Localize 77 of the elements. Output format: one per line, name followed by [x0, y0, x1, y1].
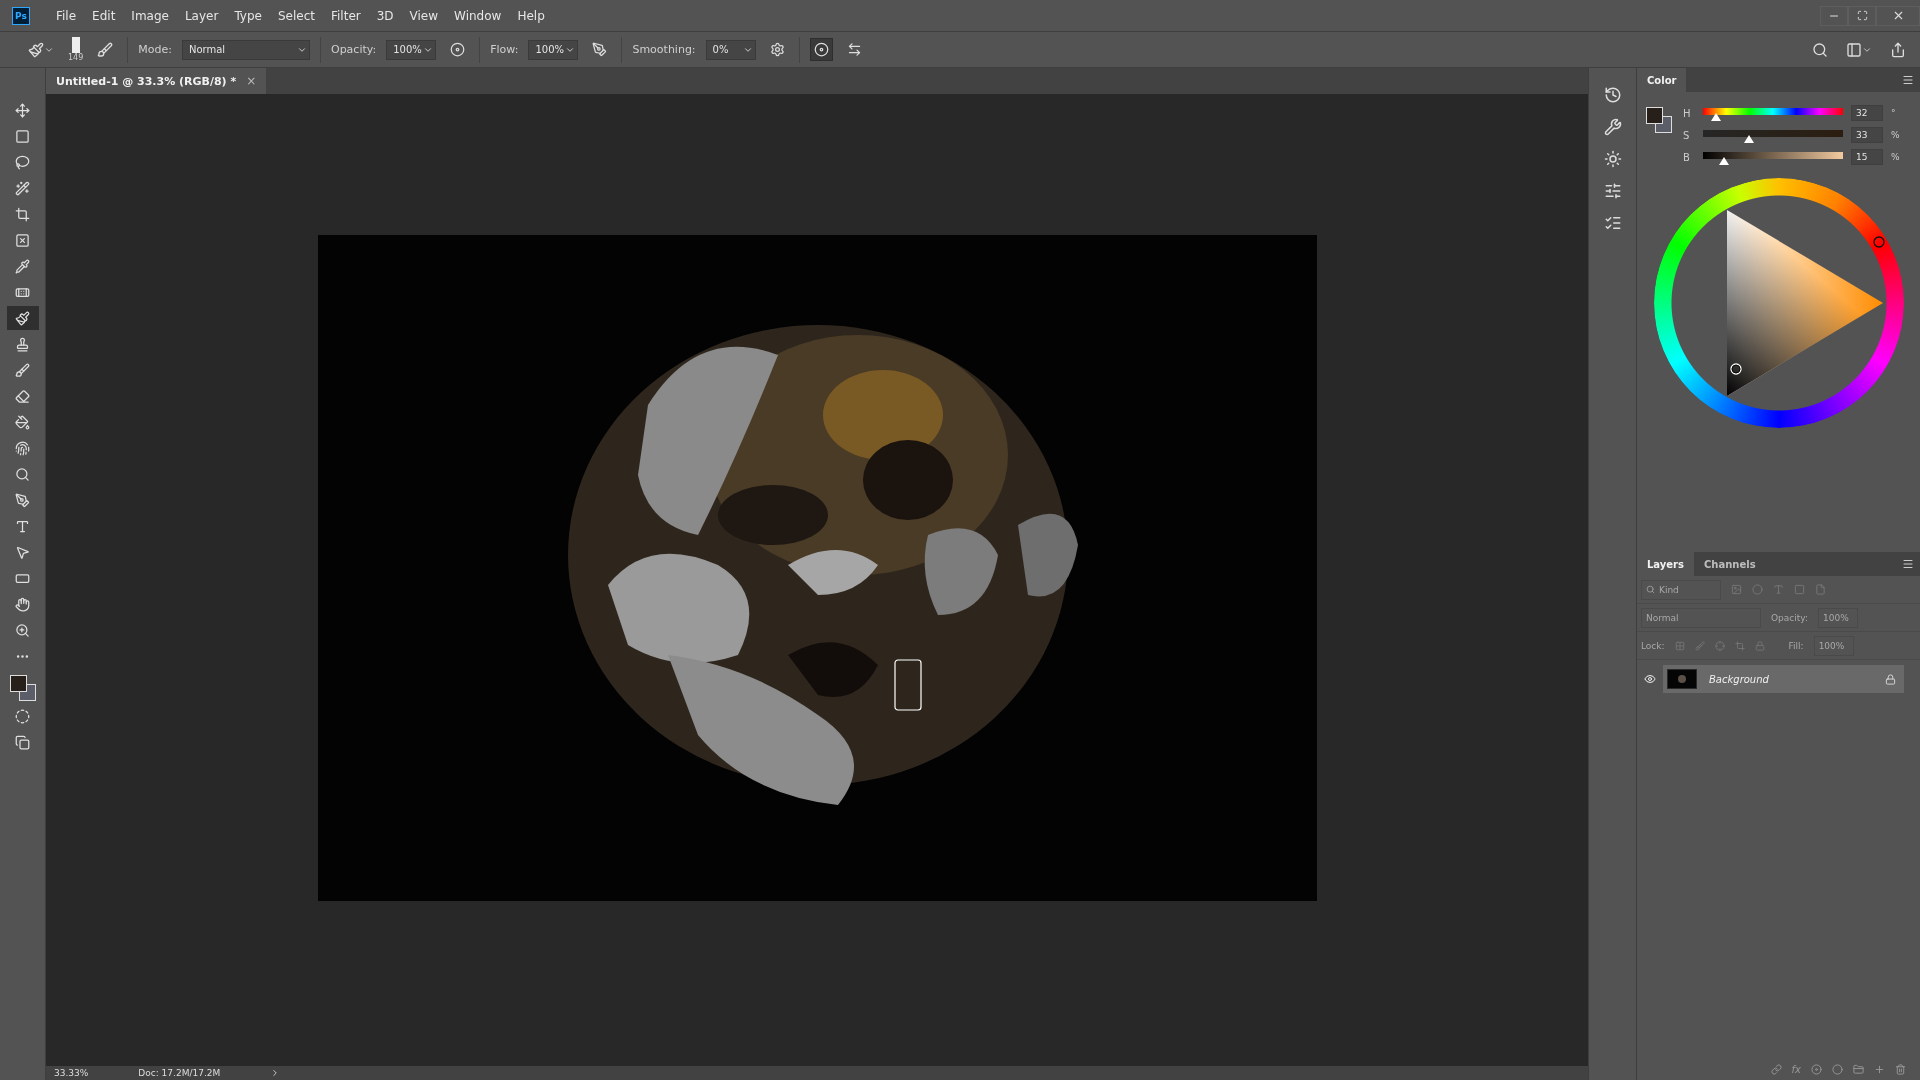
minimize-button[interactable]: [1820, 5, 1848, 26]
slider-thumb[interactable]: [1710, 112, 1721, 121]
menu-item[interactable]: Edit: [84, 8, 124, 23]
unit-label: %: [1891, 130, 1900, 140]
menu-item[interactable]: Type: [226, 8, 270, 23]
color-marker[interactable]: [1728, 362, 1743, 376]
flow-label: Flow:: [490, 43, 519, 56]
search-icon: [1646, 585, 1655, 594]
settings-icon: [769, 42, 785, 57]
panel-icon: [1846, 41, 1862, 58]
color-swatches[interactable]: [8, 674, 37, 702]
sliders-icon[interactable]: [1603, 182, 1622, 200]
search-icon: [1812, 41, 1828, 58]
slider-thumb[interactable]: [1744, 134, 1755, 143]
tab-close[interactable]: ×: [246, 74, 257, 88]
layer-name: Background: [1709, 673, 1770, 685]
panel-tab[interactable]: Layers: [1637, 552, 1694, 576]
pressure-size-button[interactable]: [809, 38, 833, 61]
arrows-icon: [846, 42, 862, 57]
slider-label: B: [1683, 151, 1691, 163]
brush-icon: [28, 41, 44, 58]
maximize-icon: [1856, 10, 1868, 21]
eye-icon[interactable]: [1644, 673, 1656, 685]
color-swatches[interactable]: [1645, 106, 1673, 134]
brushes-icon[interactable]: [1603, 214, 1622, 232]
hue-marker[interactable]: [1871, 235, 1886, 249]
layer-row[interactable]: Background: [1663, 665, 1904, 693]
zoom-level: 33.33%: [54, 1068, 89, 1078]
menu-item[interactable]: Filter: [323, 8, 369, 23]
brush-tip-icon: [70, 37, 81, 53]
opacity-label: Opacity:: [330, 43, 377, 56]
value-field[interactable]: 33: [1851, 127, 1883, 143]
share-icon: [1890, 41, 1906, 58]
mode-dropdown[interactable]: Normal: [181, 39, 310, 60]
menu-item[interactable]: Help: [509, 8, 553, 23]
fill-label: Fill:: [1788, 640, 1804, 651]
wrench-icon[interactable]: [1603, 118, 1622, 136]
menu-item[interactable]: Layer: [176, 8, 227, 23]
menu-icon[interactable]: [1902, 74, 1914, 86]
smoothing-label: Smoothing:: [632, 43, 696, 56]
menu-item[interactable]: Image: [123, 8, 177, 23]
mode-label: Mode:: [138, 43, 172, 56]
document-tab[interactable]: Untitled-1 @ 33.3% (RGB/8) * ×: [46, 68, 267, 94]
lock-label: Lock:: [1641, 640, 1665, 651]
menu-icon[interactable]: [1902, 558, 1914, 570]
opacity-label: Opacity:: [1771, 612, 1808, 623]
opacity-field[interactable]: 100%: [386, 39, 437, 60]
brush-icon: [97, 41, 114, 58]
opacity-field[interactable]: 100%: [1818, 607, 1858, 628]
maximize-button[interactable]: [1848, 5, 1876, 26]
slider-label: S: [1683, 129, 1691, 141]
lock-icon[interactable]: [1885, 673, 1896, 685]
app-logo[interactable]: Ps: [12, 6, 30, 25]
blend-mode-dropdown[interactable]: Normal: [1641, 607, 1761, 628]
filter-field[interactable]: Kind: [1641, 579, 1721, 600]
document-size: Doc: 17.2M/17.2M: [138, 1068, 221, 1078]
brush-icon[interactable]: [6, 306, 39, 330]
menu-item[interactable]: View: [401, 8, 447, 23]
unit-label: %: [1891, 152, 1900, 162]
history-icon[interactable]: [1603, 86, 1622, 104]
brush-cursor: [893, 659, 922, 711]
new-layer-icon[interactable]: [1874, 1063, 1885, 1075]
slider-thumb[interactable]: [1719, 156, 1729, 165]
flow-field[interactable]: 100%: [528, 39, 579, 60]
fill-field[interactable]: 100%: [1813, 635, 1854, 656]
unit-label: °: [1891, 108, 1896, 118]
slider-label: H: [1683, 107, 1692, 119]
brush-size-picker[interactable]: 149: [68, 37, 84, 62]
value-field[interactable]: 15: [1851, 149, 1883, 165]
menu-item[interactable]: Window: [446, 8, 510, 23]
menu-item[interactable]: 3D: [368, 8, 402, 23]
menu-item[interactable]: File: [48, 8, 85, 23]
value-field[interactable]: 32: [1851, 105, 1883, 121]
color-tab[interactable]: Color: [1637, 68, 1687, 92]
menu-item[interactable]: Select: [269, 8, 323, 23]
layer-thumbnail: [1667, 669, 1697, 689]
smoothing-field[interactable]: 0%: [705, 39, 756, 60]
